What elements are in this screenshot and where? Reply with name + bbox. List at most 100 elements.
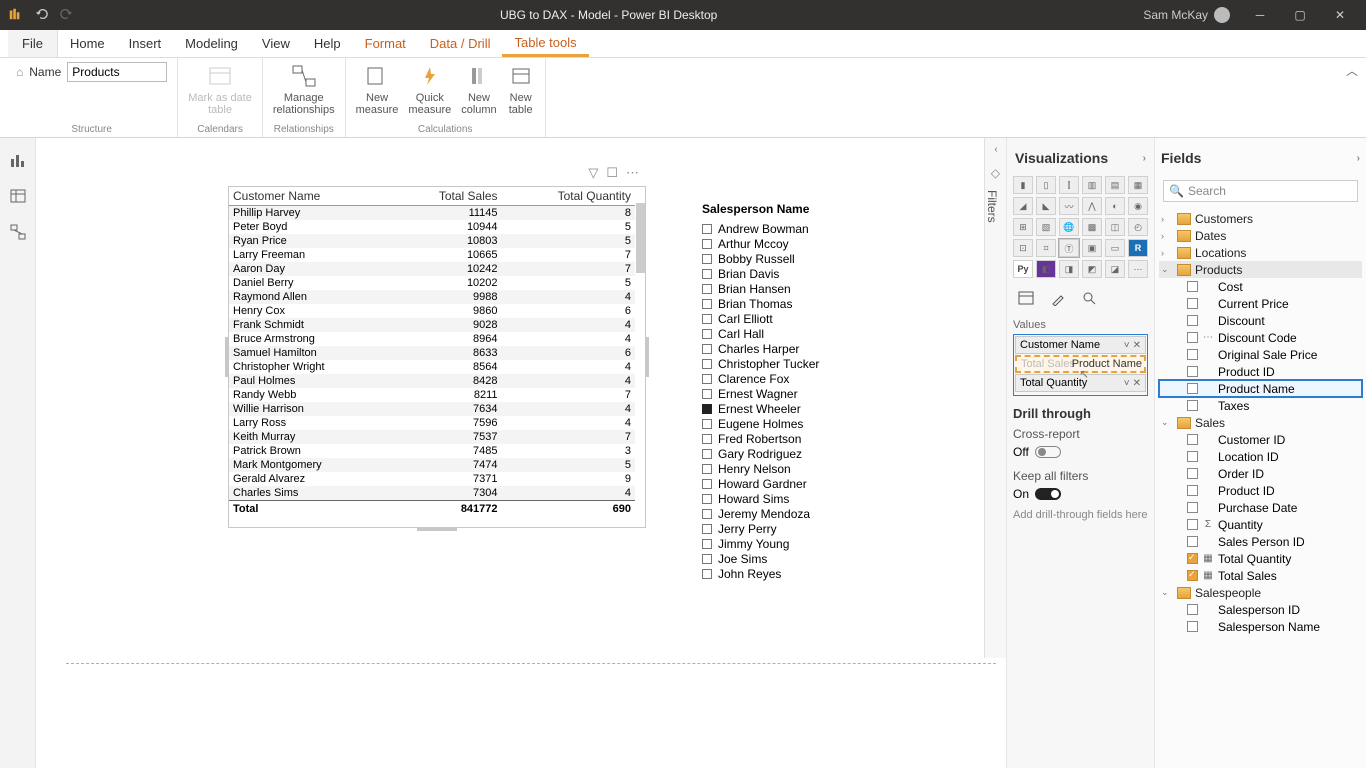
tab-home[interactable]: Home [58, 30, 117, 57]
field-discount-code[interactable]: ⋯Discount Code [1159, 329, 1362, 346]
viz-type-icon[interactable]: R [1128, 239, 1148, 257]
viz-type-icon[interactable]: ▭ [1105, 239, 1125, 257]
field-checkbox[interactable] [1187, 502, 1198, 513]
new-measure-button[interactable]: New measure [356, 62, 399, 116]
focus-icon[interactable]: ☐ [606, 165, 618, 181]
resize-handle[interactable] [417, 528, 457, 531]
fields-search[interactable]: 🔍Search [1163, 180, 1358, 202]
close-button[interactable]: ✕ [1322, 0, 1358, 30]
field-checkbox[interactable] [1187, 298, 1198, 309]
slicer-item[interactable]: Christopher Tucker [702, 356, 942, 371]
viz-type-icon[interactable]: ▩ [1082, 218, 1102, 236]
table-row[interactable]: Randy Webb82117 [229, 388, 635, 402]
viz-type-icon[interactable]: ◐ [1105, 197, 1125, 215]
viz-type-icon[interactable]: ⫿ [1059, 176, 1079, 194]
field-checkbox[interactable] [1187, 434, 1198, 445]
tab-modeling[interactable]: Modeling [173, 30, 250, 57]
viz-type-icon[interactable]: ⊡ [1013, 239, 1033, 257]
maximize-button[interactable]: ▢ [1282, 0, 1318, 30]
slicer-item[interactable]: Joe Sims [702, 551, 942, 566]
quick-measure-button[interactable]: Quick measure [408, 62, 451, 116]
viz-type-icon[interactable]: ◢ [1013, 197, 1033, 215]
table-dates[interactable]: ›Dates [1159, 227, 1362, 244]
viz-type-icon[interactable]: 〰 [1059, 197, 1079, 215]
field-product-id[interactable]: Product ID [1159, 482, 1362, 499]
slicer-item[interactable]: Henry Nelson [702, 461, 942, 476]
slicer-item[interactable]: Charles Harper [702, 341, 942, 356]
remove-icon[interactable]: ✕ [1133, 378, 1141, 389]
new-column-button[interactable]: New column [461, 62, 496, 116]
viz-type-icon[interactable]: ⋯ [1128, 260, 1148, 278]
undo-icon[interactable] [34, 7, 48, 24]
chevron-down-icon[interactable]: ˅ [1124, 340, 1130, 351]
field-checkbox[interactable] [1187, 604, 1198, 615]
avatar[interactable] [1214, 7, 1230, 23]
model-view-icon[interactable] [4, 218, 32, 246]
keep-filters-toggle[interactable] [1035, 488, 1061, 500]
slicer-item[interactable]: Gary Rodriguez [702, 446, 942, 461]
remove-icon[interactable]: ✕ [1133, 340, 1141, 351]
field-customer-id[interactable]: Customer ID [1159, 431, 1362, 448]
field-location-id[interactable]: Location ID [1159, 448, 1362, 465]
slicer-item[interactable]: Fred Robertson [702, 431, 942, 446]
slicer-item[interactable]: Bobby Russell [702, 251, 942, 266]
report-view-icon[interactable] [4, 146, 32, 174]
viz-type-icon[interactable]: ◪ [1105, 260, 1125, 278]
expand-filters-icon[interactable]: ‹ [985, 138, 1007, 160]
tab-file[interactable]: File [8, 30, 58, 57]
table-row[interactable]: Peter Boyd109445 [229, 220, 635, 234]
slicer-item[interactable]: Arthur Mccoy [702, 236, 942, 251]
field-checkbox[interactable] [1187, 553, 1198, 564]
viz-type-icon[interactable]: ◨ [1059, 260, 1079, 278]
field-salesperson-id[interactable]: Salesperson ID [1159, 601, 1362, 618]
field-salesperson-name[interactable]: Salesperson Name [1159, 618, 1362, 635]
table-row[interactable]: Bruce Armstrong89644 [229, 332, 635, 346]
cross-report-toggle[interactable] [1035, 446, 1061, 458]
table-row[interactable]: Henry Cox98606 [229, 304, 635, 318]
resize-handle[interactable] [225, 337, 228, 377]
viz-type-icon[interactable]: Py [1013, 260, 1033, 278]
table-customers[interactable]: ›Customers [1159, 210, 1362, 227]
tab-insert[interactable]: Insert [117, 30, 174, 57]
viz-type-icon[interactable]: ▣ [1082, 239, 1102, 257]
table-visual[interactable]: ▽ ☐ ⋯ Customer NameTotal SalesTotal Quan… [228, 186, 646, 528]
resize-handle[interactable] [646, 337, 649, 377]
format-tab-icon[interactable] [1049, 290, 1067, 309]
slicer-item[interactable]: Ernest Wheeler [702, 401, 942, 416]
field-sales-person-id[interactable]: Sales Person ID [1159, 533, 1362, 550]
field-cost[interactable]: Cost [1159, 278, 1362, 295]
table-row[interactable]: Charles Sims73044 [229, 486, 635, 501]
table-row[interactable]: Keith Murray75377 [229, 430, 635, 444]
field-checkbox[interactable] [1187, 383, 1198, 394]
tab-data-drill[interactable]: Data / Drill [418, 30, 503, 57]
slicer-item[interactable]: Jimmy Young [702, 536, 942, 551]
values-well-0[interactable]: Customer Name˅✕ [1015, 336, 1146, 354]
drillthrough-drop[interactable]: Add drill-through fields here [1013, 505, 1148, 525]
table-sales[interactable]: ⌄Sales [1159, 414, 1362, 431]
mark-as-date-button[interactable]: Mark as date table [188, 62, 252, 116]
viz-type-icon[interactable]: ⊞ [1013, 218, 1033, 236]
data-view-icon[interactable] [4, 182, 32, 210]
column-header[interactable]: Total Sales [392, 187, 501, 206]
column-header[interactable]: Customer Name [229, 187, 392, 206]
slicer-item[interactable]: Howard Gardner [702, 476, 942, 491]
field-total-quantity[interactable]: ▦Total Quantity [1159, 550, 1362, 567]
table-row[interactable]: Larry Freeman106657 [229, 248, 635, 262]
field-checkbox[interactable] [1187, 315, 1198, 326]
table-row[interactable]: Larry Ross75964 [229, 416, 635, 430]
field-checkbox[interactable] [1187, 400, 1198, 411]
viz-type-icon[interactable]: ◣ [1036, 197, 1056, 215]
field-quantity[interactable]: ΣQuantity [1159, 516, 1362, 533]
field-checkbox[interactable] [1187, 349, 1198, 360]
tab-help[interactable]: Help [302, 30, 353, 57]
field-taxes[interactable]: Taxes [1159, 397, 1362, 414]
table-row[interactable]: Willie Harrison76344 [229, 402, 635, 416]
viz-type-icon[interactable]: ▥ [1082, 176, 1102, 194]
field-checkbox[interactable] [1187, 451, 1198, 462]
bookmark-icon[interactable]: ◇ [985, 166, 1006, 180]
collapse-fieldspane-icon[interactable]: › [1357, 153, 1360, 164]
table-salespeople[interactable]: ⌄Salespeople [1159, 584, 1362, 601]
field-purchase-date[interactable]: Purchase Date [1159, 499, 1362, 516]
viz-type-icon[interactable]: ◴ [1128, 218, 1148, 236]
field-checkbox[interactable] [1187, 366, 1198, 377]
